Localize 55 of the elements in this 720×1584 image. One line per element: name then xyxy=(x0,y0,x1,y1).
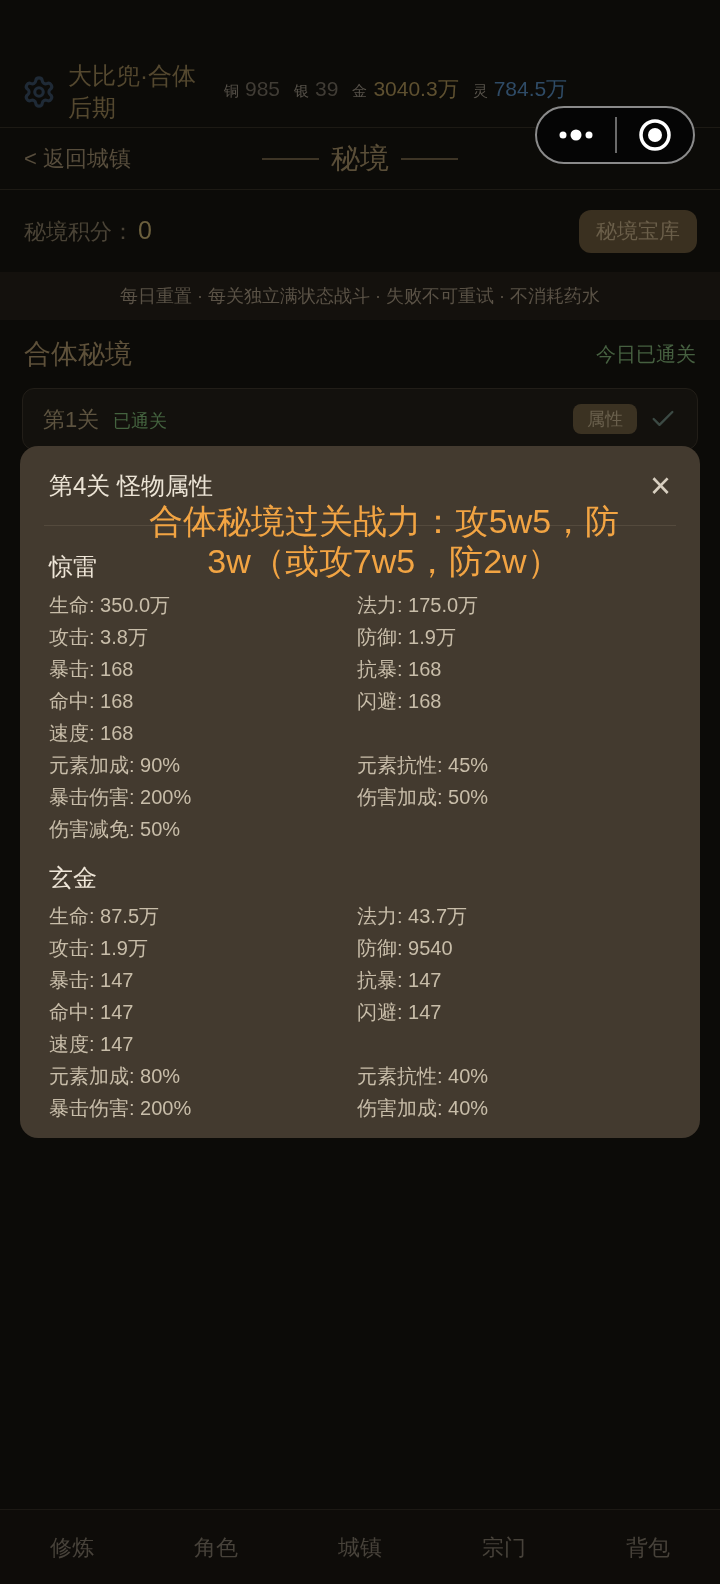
currency-value: 3040.3万 xyxy=(373,75,459,102)
monster-name: 玄金 xyxy=(49,863,97,893)
stat-text: 伤害加成: 50% xyxy=(357,785,489,810)
currency-label: 灵 xyxy=(472,80,488,101)
stage-status: 已通关 xyxy=(113,409,168,433)
stat-text: 暴击: 168 xyxy=(49,657,134,682)
caption-text: 合体秘境过关战力：攻5w5，防3w（或攻7w5，防2w） xyxy=(147,501,621,581)
stat-text: 闪避: 147 xyxy=(357,1000,442,1025)
stat-text: 抗暴: 147 xyxy=(357,968,442,993)
stat-text: 元素加成: 80% xyxy=(49,1064,181,1089)
back-link[interactable]: < 返回城镇 xyxy=(24,142,131,175)
stat-text: 速度: 168 xyxy=(49,721,134,746)
stat-text: 法力: 43.7万 xyxy=(357,904,468,929)
section-title: 合体秘境 xyxy=(24,337,132,371)
nav-tab[interactable]: 宗门 xyxy=(482,1530,526,1564)
nav-tab[interactable]: 城镇 xyxy=(338,1530,382,1564)
stat-text: 法力: 175.0万 xyxy=(357,593,479,618)
nav-tab[interactable]: 修炼 xyxy=(50,1530,94,1564)
score-value: 0 xyxy=(138,215,152,247)
stat-text: 暴击伤害: 200% xyxy=(49,1096,192,1121)
stat-text: 伤害加成: 40% xyxy=(357,1096,489,1121)
nav-tab[interactable]: 角色 xyxy=(194,1530,238,1564)
currency-label: 金 xyxy=(352,80,368,101)
stat-text: 攻击: 3.8万 xyxy=(49,625,148,650)
nav-tab[interactable]: 背包 xyxy=(626,1530,670,1564)
stat-text: 暴击: 147 xyxy=(49,968,134,993)
stat-text: 命中: 147 xyxy=(49,1000,134,1025)
stat-text: 生命: 87.5万 xyxy=(49,904,160,929)
monster-name: 惊雷 xyxy=(49,552,97,582)
stat-text: 攻击: 1.9万 xyxy=(49,936,148,961)
stat-text: 元素抗性: 40% xyxy=(357,1064,489,1089)
stat-text: 元素加成: 90% xyxy=(49,753,181,778)
stat-text: 元素抗性: 45% xyxy=(357,753,489,778)
currency-label: 银 xyxy=(294,80,310,101)
notice-text: 每日重置 · 每关独立满状态战斗 · 失败不可重试 · 不消耗药水 xyxy=(120,284,600,308)
currency-label: 铜 xyxy=(224,80,239,101)
stage-name: 第1关 xyxy=(43,405,100,434)
player-name: 大比兜·合体后期 xyxy=(68,60,197,123)
close-button[interactable]: × xyxy=(649,472,671,500)
stat-text: 抗暴: 168 xyxy=(357,657,442,682)
stat-text: 生命: 350.0万 xyxy=(49,593,171,618)
stat-text: 速度: 147 xyxy=(49,1032,134,1057)
stat-text: 防御: 1.9万 xyxy=(357,625,456,650)
section-status: 今日已通关 xyxy=(596,342,696,367)
stat-text: 暴击伤害: 200% xyxy=(49,785,192,810)
page-title: 秘境 xyxy=(331,140,389,176)
stat-text: 命中: 168 xyxy=(49,689,134,714)
target-icon xyxy=(639,119,671,151)
score-label: 秘境积分： xyxy=(24,217,134,246)
stat-text: 伤害减免: 50% xyxy=(49,817,181,842)
dialog-title: 第4关 怪物属性 xyxy=(49,472,213,500)
stat-text: 闪避: 168 xyxy=(357,689,442,714)
currency-value: 784.5万 xyxy=(493,75,568,102)
more-dots-icon xyxy=(559,129,593,141)
stat-text: 防御: 9540 xyxy=(357,936,453,961)
